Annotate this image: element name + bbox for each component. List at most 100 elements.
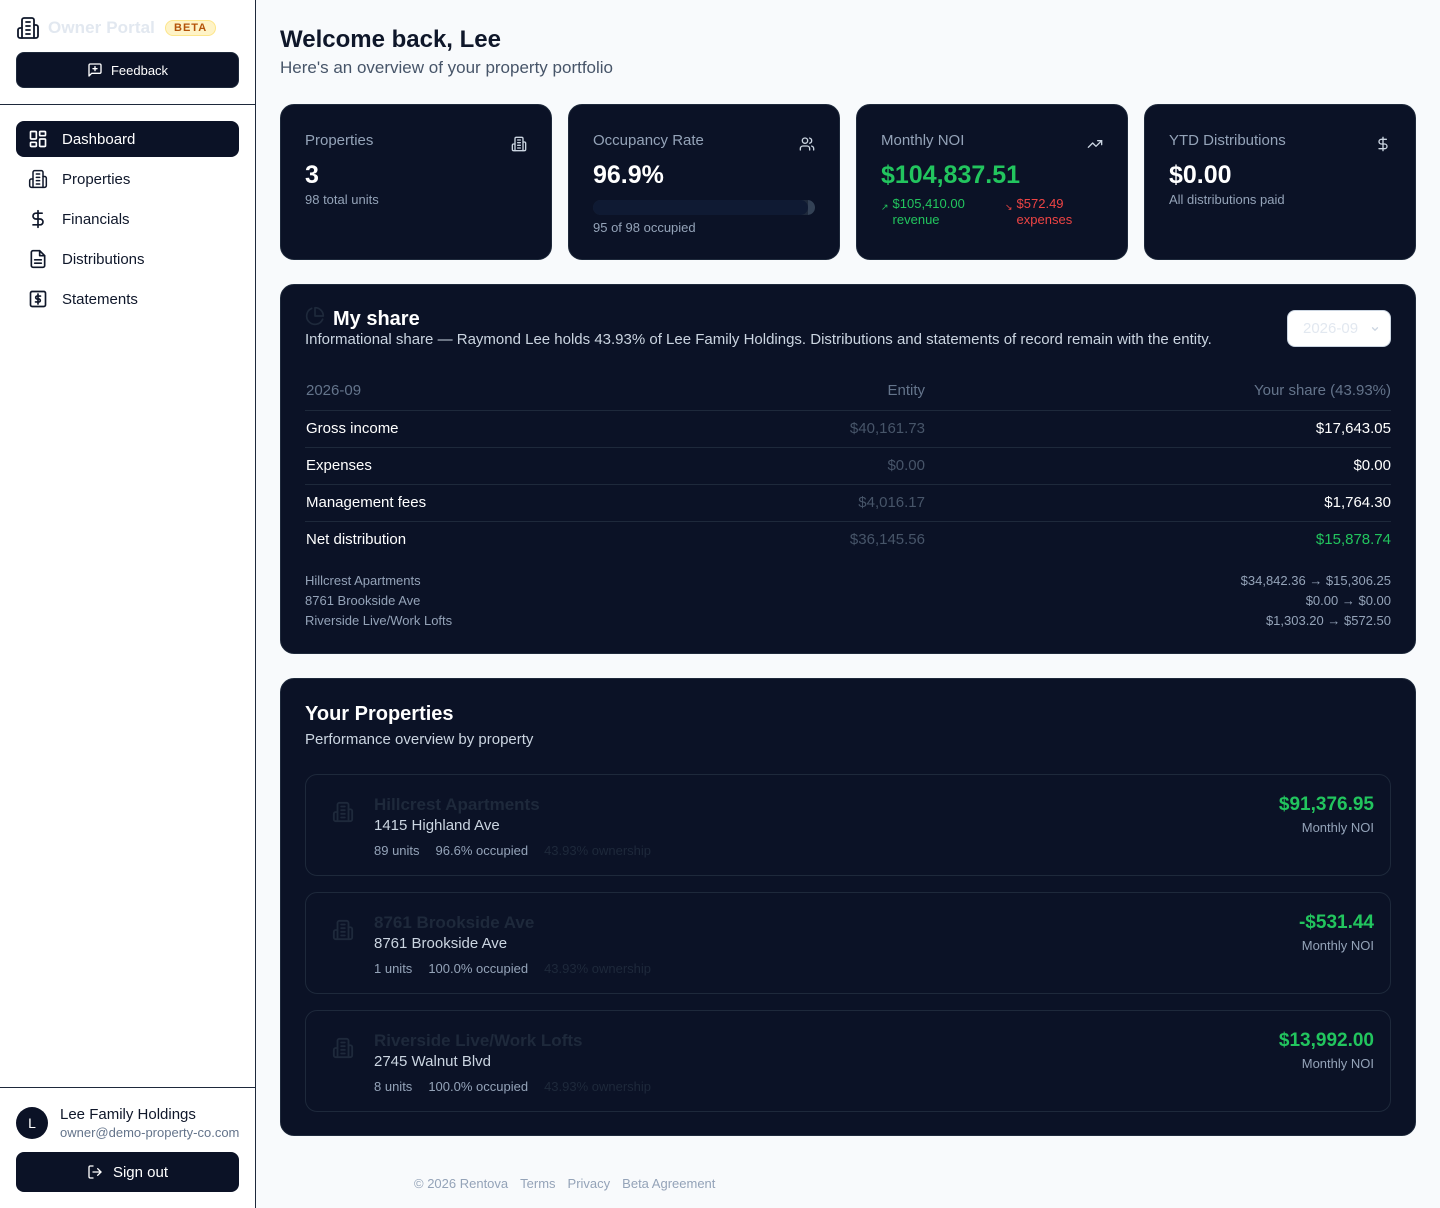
sidebar-item-properties[interactable]: Properties — [16, 161, 239, 197]
arrow-down-right-icon: ↘ — [1005, 202, 1013, 212]
sidebar-item-statements[interactable]: Statements — [16, 281, 239, 317]
beta-badge: BETA — [165, 20, 217, 36]
row-label: Net distribution — [306, 531, 407, 549]
property-name: Hillcrest Apartments — [374, 795, 540, 814]
property-meta: 89 units 96.6% occupied 43.93% ownership — [374, 843, 651, 858]
pie-chart-icon — [305, 306, 325, 326]
properties-title: Your Properties — [305, 703, 454, 725]
footer-link-privacy[interactable]: Privacy — [568, 1176, 611, 1191]
row-label: Gross income — [305, 410, 705, 448]
table-row: Gross income $40,161.73 $17,643.05 — [305, 410, 1391, 448]
app-name: Owner Portal — [48, 18, 156, 37]
property-units: 8 units — [374, 1079, 413, 1094]
sidebar-item-dashboard[interactable]: Dashboard — [16, 121, 239, 157]
property-card[interactable]: 8761 Brookside Ave 8761 Brookside Ave 1 … — [305, 892, 1391, 994]
footer-link-beta-agreement[interactable]: Beta Agreement — [622, 1176, 715, 1191]
period-select-value: 2026-09 — [1303, 320, 1359, 337]
occupancy-progress-bar — [593, 200, 815, 215]
sidebar: Owner Portal BETA Feedback Dashboard Pro… — [0, 0, 256, 1208]
share-value: $17,643.05 — [925, 410, 1391, 448]
column-header-share: Your share (43.93%) — [925, 375, 1391, 411]
entity-value: $40,161.73 — [705, 410, 925, 448]
chevron-down-icon — [1371, 327, 1379, 331]
table-row: Expenses $0.00 $0.00 — [305, 447, 1391, 485]
user-email: owner@demo-property-co.com — [60, 1125, 240, 1140]
property-noi: $13,992.00 — [1278, 1030, 1374, 1051]
property-card[interactable]: Hillcrest Apartments 1415 Highland Ave 8… — [305, 774, 1391, 876]
property-occupancy: 100.0% occupied — [428, 1079, 529, 1094]
revenue-value: $105,410.00 — [892, 196, 965, 211]
share-table: 2026-09 Entity Your share (43.93%) Gross… — [305, 375, 1391, 558]
stat-card-noi: Monthly NOI $104,837.51 ↗ $105,410.00 rev… — [856, 104, 1128, 260]
breakdown-value: $0.00 → $0.00 — [1305, 593, 1391, 608]
property-ownership: 43.93% ownership — [544, 961, 652, 976]
breakdown-value: $34,842.36 → $15,306.25 — [1240, 573, 1391, 588]
arrow-up-right-icon: ↗ — [881, 202, 889, 212]
property-ownership: 43.93% ownership — [544, 843, 652, 858]
building-icon — [332, 1037, 354, 1059]
message-plus-icon — [88, 63, 102, 77]
revenue-indicator: ↗ $105,410.00 revenue — [881, 196, 965, 228]
property-name: 8761 Brookside Ave — [374, 913, 535, 932]
entity-value: $0.00 — [705, 447, 925, 485]
stat-label: Properties — [305, 132, 374, 149]
share-value: $0.00 — [925, 447, 1391, 485]
property-address: 2745 Walnut Blvd — [374, 1053, 492, 1070]
sidebar-item-label: Dashboard — [62, 130, 136, 148]
statement-icon — [29, 290, 47, 308]
footer-link-terms[interactable]: Terms — [520, 1176, 555, 1191]
stat-note: 98 total units — [305, 192, 379, 207]
column-header-period: 2026-09 — [305, 375, 705, 411]
breakdown-value: $1,303.20 → $572.50 — [1265, 613, 1391, 628]
sidebar-item-financials[interactable]: Financials — [16, 201, 239, 237]
table-row: Management fees $4,016.17 $1,764.30 — [305, 484, 1391, 522]
revenue-suffix: revenue — [892, 212, 940, 227]
sidebar-divider — [0, 1087, 255, 1088]
users-icon — [799, 137, 815, 151]
dollar-icon — [1378, 136, 1388, 152]
table-header-row: 2026-09 Entity Your share (43.93%) — [305, 375, 1391, 411]
properties-subtitle: Performance overview by property — [305, 731, 534, 748]
log-out-icon — [88, 1165, 102, 1179]
progress-cap — [808, 200, 815, 215]
share-value: $1,764.30 — [925, 484, 1391, 522]
period-select[interactable]: 2026-09 — [1287, 310, 1391, 347]
sidebar-item-distributions[interactable]: Distributions — [16, 241, 239, 277]
property-card[interactable]: Riverside Live/Work Lofts 2745 Walnut Bl… — [305, 1010, 1391, 1112]
building-icon — [332, 801, 354, 823]
property-noi-label: Monthly NOI — [1301, 1056, 1374, 1071]
dollar-icon — [32, 209, 44, 229]
sidebar-divider — [0, 104, 255, 105]
brand[interactable]: Owner Portal BETA — [16, 16, 217, 40]
list-item: Hillcrest Apartments $34,842.36 → $15,30… — [305, 573, 1391, 593]
feedback-button[interactable]: Feedback — [16, 52, 239, 88]
property-address: 8761 Brookside Ave — [374, 935, 508, 952]
share-value: $15,878.74 — [1315, 531, 1391, 549]
share-description: Informational share — Raymond Lee holds … — [305, 331, 1212, 348]
stat-value: $0.00 — [1169, 161, 1232, 189]
feedback-label: Feedback — [110, 62, 169, 78]
stat-note: 95 of 98 occupied — [593, 220, 696, 235]
page-title: Welcome back, Lee — [280, 26, 501, 53]
property-breakdown: Hillcrest Apartments $34,842.36 → $15,30… — [305, 573, 1391, 633]
stat-label: Occupancy Rate — [593, 132, 704, 149]
breakdown-name: Riverside Live/Work Lofts — [305, 613, 453, 628]
dashboard-icon — [29, 130, 47, 148]
property-meta: 1 units 100.0% occupied 43.93% ownership — [374, 961, 651, 976]
stat-card-properties: Properties 3 98 total units — [280, 104, 552, 260]
user-profile[interactable]: L Lee Family Holdings owner@demo-propert… — [16, 1106, 240, 1140]
sign-out-button[interactable]: Sign out — [16, 1152, 239, 1192]
breakdown-name: 8761 Brookside Ave — [305, 593, 421, 608]
stat-value: 3 — [305, 161, 319, 189]
property-address: 1415 Highland Ave — [374, 817, 500, 834]
breakdown-name: Hillcrest Apartments — [305, 573, 421, 588]
avatar: L — [16, 1107, 48, 1139]
stat-card-occupancy: Occupancy Rate 96.9% 95 of 98 occupied — [568, 104, 840, 260]
my-share-panel: My share Informational share — Raymond L… — [280, 284, 1416, 654]
sidebar-item-label: Properties — [62, 170, 131, 188]
table-row: Net distribution $36,145.56 $15,878.74 — [305, 521, 1391, 558]
document-icon — [30, 249, 46, 269]
share-title: My share — [333, 308, 420, 330]
stat-value: 96.9% — [593, 161, 664, 189]
property-ownership: 43.93% ownership — [544, 1079, 652, 1094]
